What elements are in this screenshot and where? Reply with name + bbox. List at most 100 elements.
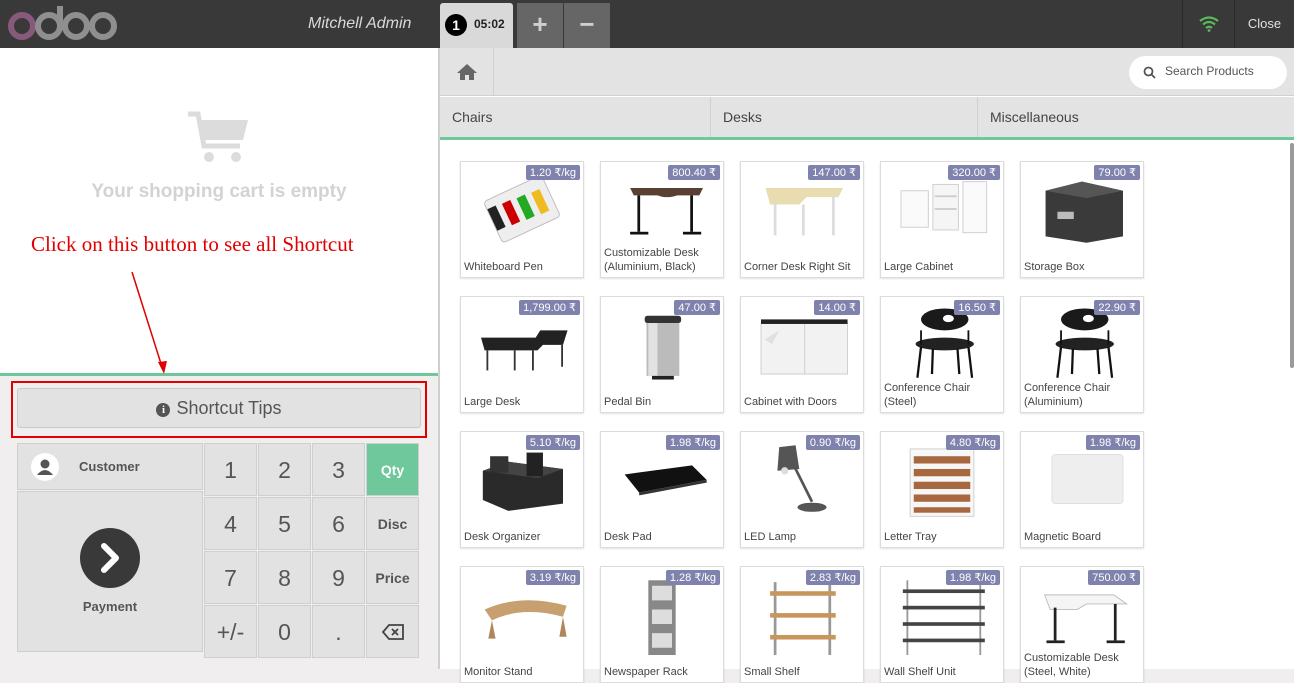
scrollbar[interactable] bbox=[1290, 143, 1294, 368]
product-price: 1.20 ₹/kg bbox=[525, 165, 580, 180]
product-card[interactable]: 800.40 ₹ Customizable Desk (Aluminium, Bl… bbox=[600, 161, 724, 278]
product-price: 22.90 ₹ bbox=[1094, 300, 1140, 315]
product-name: Letter Tray bbox=[884, 531, 937, 543]
numpad-key-7[interactable]: 7 bbox=[204, 551, 257, 604]
product-name: Desk Pad bbox=[604, 531, 652, 543]
product-card[interactable]: 1.98 ₹/kg Magnetic Board bbox=[1020, 431, 1144, 548]
chevron-right-icon bbox=[80, 528, 140, 588]
product-image bbox=[1045, 181, 1123, 243]
product-name: Wall Shelf Unit bbox=[884, 666, 956, 678]
product-card[interactable]: 16.50 ₹ Conference Chair (Steel) bbox=[880, 296, 1004, 413]
product-price: 1,799.00 ₹ bbox=[519, 300, 580, 315]
mode-disc-button[interactable]: Disc bbox=[366, 497, 419, 550]
product-image bbox=[1055, 308, 1114, 378]
product-card[interactable]: 22.90 ₹ Conference Chair (Aluminium) bbox=[1020, 296, 1144, 413]
product-price: 3.19 ₹/kg bbox=[525, 570, 580, 585]
numpad-key-1[interactable]: 1 bbox=[204, 443, 257, 496]
category-desks[interactable]: Desks bbox=[711, 97, 978, 137]
home-icon bbox=[457, 64, 477, 80]
product-name: Whiteboard Pen bbox=[464, 261, 543, 273]
product-image bbox=[902, 580, 985, 655]
product-price: 4.80 ₹/kg bbox=[945, 435, 1000, 450]
order-number: 1 bbox=[445, 14, 467, 36]
product-image bbox=[630, 188, 703, 235]
product-image bbox=[482, 452, 563, 511]
product-image bbox=[484, 600, 567, 639]
numpad-key-0[interactable]: 0 bbox=[258, 605, 311, 658]
numpad-key-8[interactable]: 8 bbox=[258, 551, 311, 604]
numpad-key-5[interactable]: 5 bbox=[258, 497, 311, 550]
backspace-button[interactable] bbox=[366, 605, 419, 658]
product-image bbox=[915, 308, 974, 378]
product-card[interactable]: 147.00 ₹ Corner Desk Right Sit bbox=[740, 161, 864, 278]
remove-order-button[interactable]: − bbox=[564, 3, 610, 48]
product-price: 1.28 ₹/kg bbox=[665, 570, 720, 585]
payment-button[interactable]: Payment bbox=[17, 491, 203, 652]
product-card[interactable]: 5.10 ₹/kg Desk Organizer bbox=[460, 431, 584, 548]
products-pane: Chairs Desks Miscellaneous 1.20 ₹/kg Whit… bbox=[438, 48, 1294, 683]
product-card[interactable]: 79.00 ₹ Storage Box bbox=[1020, 161, 1144, 278]
category-bar: Chairs Desks Miscellaneous bbox=[440, 97, 1294, 140]
product-card[interactable]: 750.00 ₹ Customizable Desk (Steel, White) bbox=[1020, 566, 1144, 683]
product-card[interactable]: 1.98 ₹/kg Wall Shelf Unit bbox=[880, 566, 1004, 683]
product-image bbox=[481, 330, 568, 371]
product-card[interactable]: 14.00 ₹ Cabinet with Doors bbox=[740, 296, 864, 413]
mode-qty-button[interactable]: Qty bbox=[366, 443, 419, 496]
cashier-name[interactable]: Mitchell Admin bbox=[308, 15, 411, 33]
numpad-key-sign[interactable]: +/- bbox=[204, 605, 257, 658]
product-card[interactable]: 1,799.00 ₹ Large Desk bbox=[460, 296, 584, 413]
numpad-key-3[interactable]: 3 bbox=[312, 443, 365, 496]
product-name: Storage Box bbox=[1024, 261, 1085, 273]
product-price: 2.83 ₹/kg bbox=[805, 570, 860, 585]
product-name: Cabinet with Doors bbox=[744, 396, 837, 408]
product-price: 16.50 ₹ bbox=[954, 300, 1000, 315]
product-price: 79.00 ₹ bbox=[1094, 165, 1140, 180]
mode-price-button[interactable]: Price bbox=[366, 551, 419, 604]
category-chairs[interactable]: Chairs bbox=[440, 97, 711, 137]
product-price: 1.98 ₹/kg bbox=[945, 570, 1000, 585]
product-name: LED Lamp bbox=[744, 531, 796, 543]
product-image bbox=[900, 181, 988, 234]
home-button[interactable] bbox=[440, 48, 494, 96]
product-card[interactable]: 0.90 ₹/kg LED Lamp bbox=[740, 431, 864, 548]
product-name: Small Shelf bbox=[744, 666, 800, 678]
order-time: 05:02 bbox=[474, 17, 505, 31]
odoo-logo bbox=[8, 6, 117, 40]
product-name: Conference Chair (Aluminium) bbox=[1024, 382, 1111, 408]
category-miscellaneous[interactable]: Miscellaneous bbox=[978, 97, 1294, 137]
product-image bbox=[909, 448, 975, 517]
product-card[interactable]: 320.00 ₹ Large Cabinet bbox=[880, 161, 1004, 278]
product-name: Customizable Desk (Steel, White) bbox=[1024, 652, 1119, 678]
close-button[interactable]: Close bbox=[1234, 0, 1294, 48]
product-name: Magnetic Board bbox=[1024, 531, 1102, 543]
numpad-key-9[interactable]: 9 bbox=[312, 551, 365, 604]
product-card[interactable]: 4.80 ₹/kg Letter Tray bbox=[880, 431, 1004, 548]
product-card[interactable]: 3.19 ₹/kg Monitor Stand bbox=[460, 566, 584, 683]
product-card[interactable]: 47.00 ₹ Pedal Bin bbox=[600, 296, 724, 413]
info-icon: i bbox=[156, 403, 171, 417]
product-card[interactable]: 1.98 ₹/kg Desk Pad bbox=[600, 431, 724, 548]
product-card[interactable]: 1.20 ₹/kg Whiteboard Pen bbox=[460, 161, 584, 278]
annotation-text: Click on this button to see all Shortcut bbox=[31, 232, 354, 256]
customer-button[interactable]: Customer bbox=[17, 443, 203, 490]
numpad-key-2[interactable]: 2 bbox=[258, 443, 311, 496]
numpad-key-6[interactable]: 6 bbox=[312, 497, 365, 550]
order-tab[interactable]: 1 05:02 bbox=[440, 3, 513, 48]
product-image bbox=[1051, 453, 1124, 505]
add-order-button[interactable]: + bbox=[517, 3, 563, 48]
numpad-key-4[interactable]: 4 bbox=[204, 497, 257, 550]
product-image bbox=[648, 580, 676, 655]
search-input[interactable] bbox=[1165, 64, 1280, 78]
breadcrumb bbox=[440, 48, 1294, 96]
numpad-key-decimal[interactable]: . bbox=[312, 605, 365, 658]
top-bar: Mitchell Admin 1 05:02 + − Close bbox=[0, 0, 1294, 48]
search-icon bbox=[1143, 66, 1156, 79]
product-card[interactable]: 2.83 ₹/kg Small Shelf bbox=[740, 566, 864, 683]
product-price: 47.00 ₹ bbox=[674, 300, 720, 315]
shortcut-tips-button[interactable]: i Shortcut Tips bbox=[17, 388, 421, 428]
wifi-status[interactable] bbox=[1182, 0, 1234, 48]
product-name: Monitor Stand bbox=[464, 666, 533, 678]
empty-cart-message: Your shopping cart is empty bbox=[91, 181, 347, 202]
shopping-cart-icon bbox=[188, 111, 248, 162]
product-card[interactable]: 1.28 ₹/kg Newspaper Rack bbox=[600, 566, 724, 683]
